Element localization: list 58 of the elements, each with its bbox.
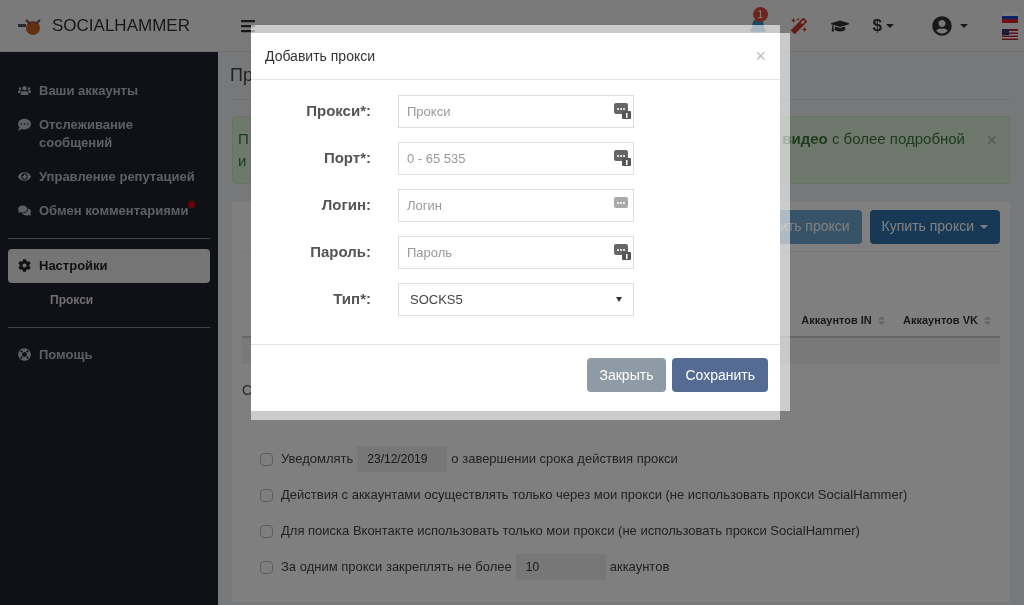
eye-icon xyxy=(18,170,31,183)
checkbox[interactable] xyxy=(260,488,273,502)
option-label: За одним прокси закреплять не более xyxy=(281,558,512,577)
section-text: С xyxy=(242,381,253,400)
close-button[interactable]: × xyxy=(755,42,766,70)
input-field[interactable]: Прокси xyxy=(398,95,634,128)
brand-name[interactable]: SOCIALHAMMER xyxy=(52,12,190,39)
option-input[interactable]: 10 xyxy=(515,554,606,580)
save-button[interactable]: Сохранить xyxy=(672,358,768,392)
field-label: Прокси*: xyxy=(305,101,371,122)
sidebar-subitem[interactable]: Прокси xyxy=(8,283,210,317)
type-select[interactable]: SOCKS5 xyxy=(398,283,634,316)
caret-icon xyxy=(616,297,622,302)
option-label: Уведомлять xyxy=(281,450,354,469)
currency-dropdown[interactable]: $ xyxy=(872,12,894,39)
option-label: о завершении срока действия прокси xyxy=(451,450,678,469)
keyboard-icon xyxy=(614,103,632,119)
lifebuoy-icon xyxy=(18,348,31,361)
chat-bubbles-icon xyxy=(18,204,31,217)
alert-text: и xyxy=(238,151,247,171)
sidebar-item[interactable]: Помощь xyxy=(8,338,210,372)
keyboard-icon xyxy=(614,244,632,260)
us-flag-icon[interactable] xyxy=(1002,28,1018,40)
option-label: аккаунтов xyxy=(609,558,670,577)
field-label: Пароль: xyxy=(309,242,371,263)
users-icon xyxy=(18,84,31,97)
caret-icon xyxy=(886,23,894,28)
sidebar-item[interactable]: Управление репутацией xyxy=(8,160,210,194)
column-header[interactable]: Аккаунтов IN xyxy=(792,311,896,329)
magic-wand-icon[interactable] xyxy=(790,17,807,34)
input-field[interactable]: Пароль xyxy=(398,236,634,269)
keyboard-icon xyxy=(614,150,632,166)
checkbox[interactable] xyxy=(260,524,273,538)
sidebar-item[interactable]: Обмен комментариями xyxy=(8,194,210,228)
sidebar-item[interactable]: Ваши аккаунты xyxy=(8,74,210,108)
sidebar-item[interactable]: Настройки xyxy=(8,249,210,283)
field-label: Порт*: xyxy=(322,148,371,169)
input-field[interactable]: Логин xyxy=(398,189,634,222)
alert-text: П xyxy=(238,128,249,149)
toolbar-button[interactable]: Купить прокси xyxy=(869,209,1000,244)
speech-bubble-icon xyxy=(18,118,31,131)
gear-icon xyxy=(18,259,31,272)
menu-icon[interactable] xyxy=(240,17,256,34)
dialog-title: Добавить прокси xyxy=(265,46,376,66)
field-label: Логин: xyxy=(320,195,371,216)
caret-icon xyxy=(960,23,968,28)
notification-badge: 1 xyxy=(752,6,769,22)
sidebar-item[interactable]: Отслеживание сообщений xyxy=(8,108,210,160)
column-header[interactable]: Аккаунтов VK xyxy=(896,311,1000,329)
close-dialog-button[interactable]: Закрыть xyxy=(586,358,667,392)
option-label: Действия с аккаунтами осуществлять только через мои прокси (не использовать прокси SocialHammer) xyxy=(281,486,908,505)
checkbox[interactable] xyxy=(260,560,273,574)
checkbox[interactable] xyxy=(260,452,273,466)
option-label: Для поиска Вконтакте использовать только мои прокси (не использовать прокси SocialHammer) xyxy=(281,522,860,541)
input-field[interactable]: 0 - 65 535 xyxy=(398,142,634,175)
option-input[interactable]: 23/12/2019 xyxy=(357,446,448,472)
field-label: Тип*: xyxy=(332,289,371,310)
user-dropdown[interactable] xyxy=(932,15,968,36)
